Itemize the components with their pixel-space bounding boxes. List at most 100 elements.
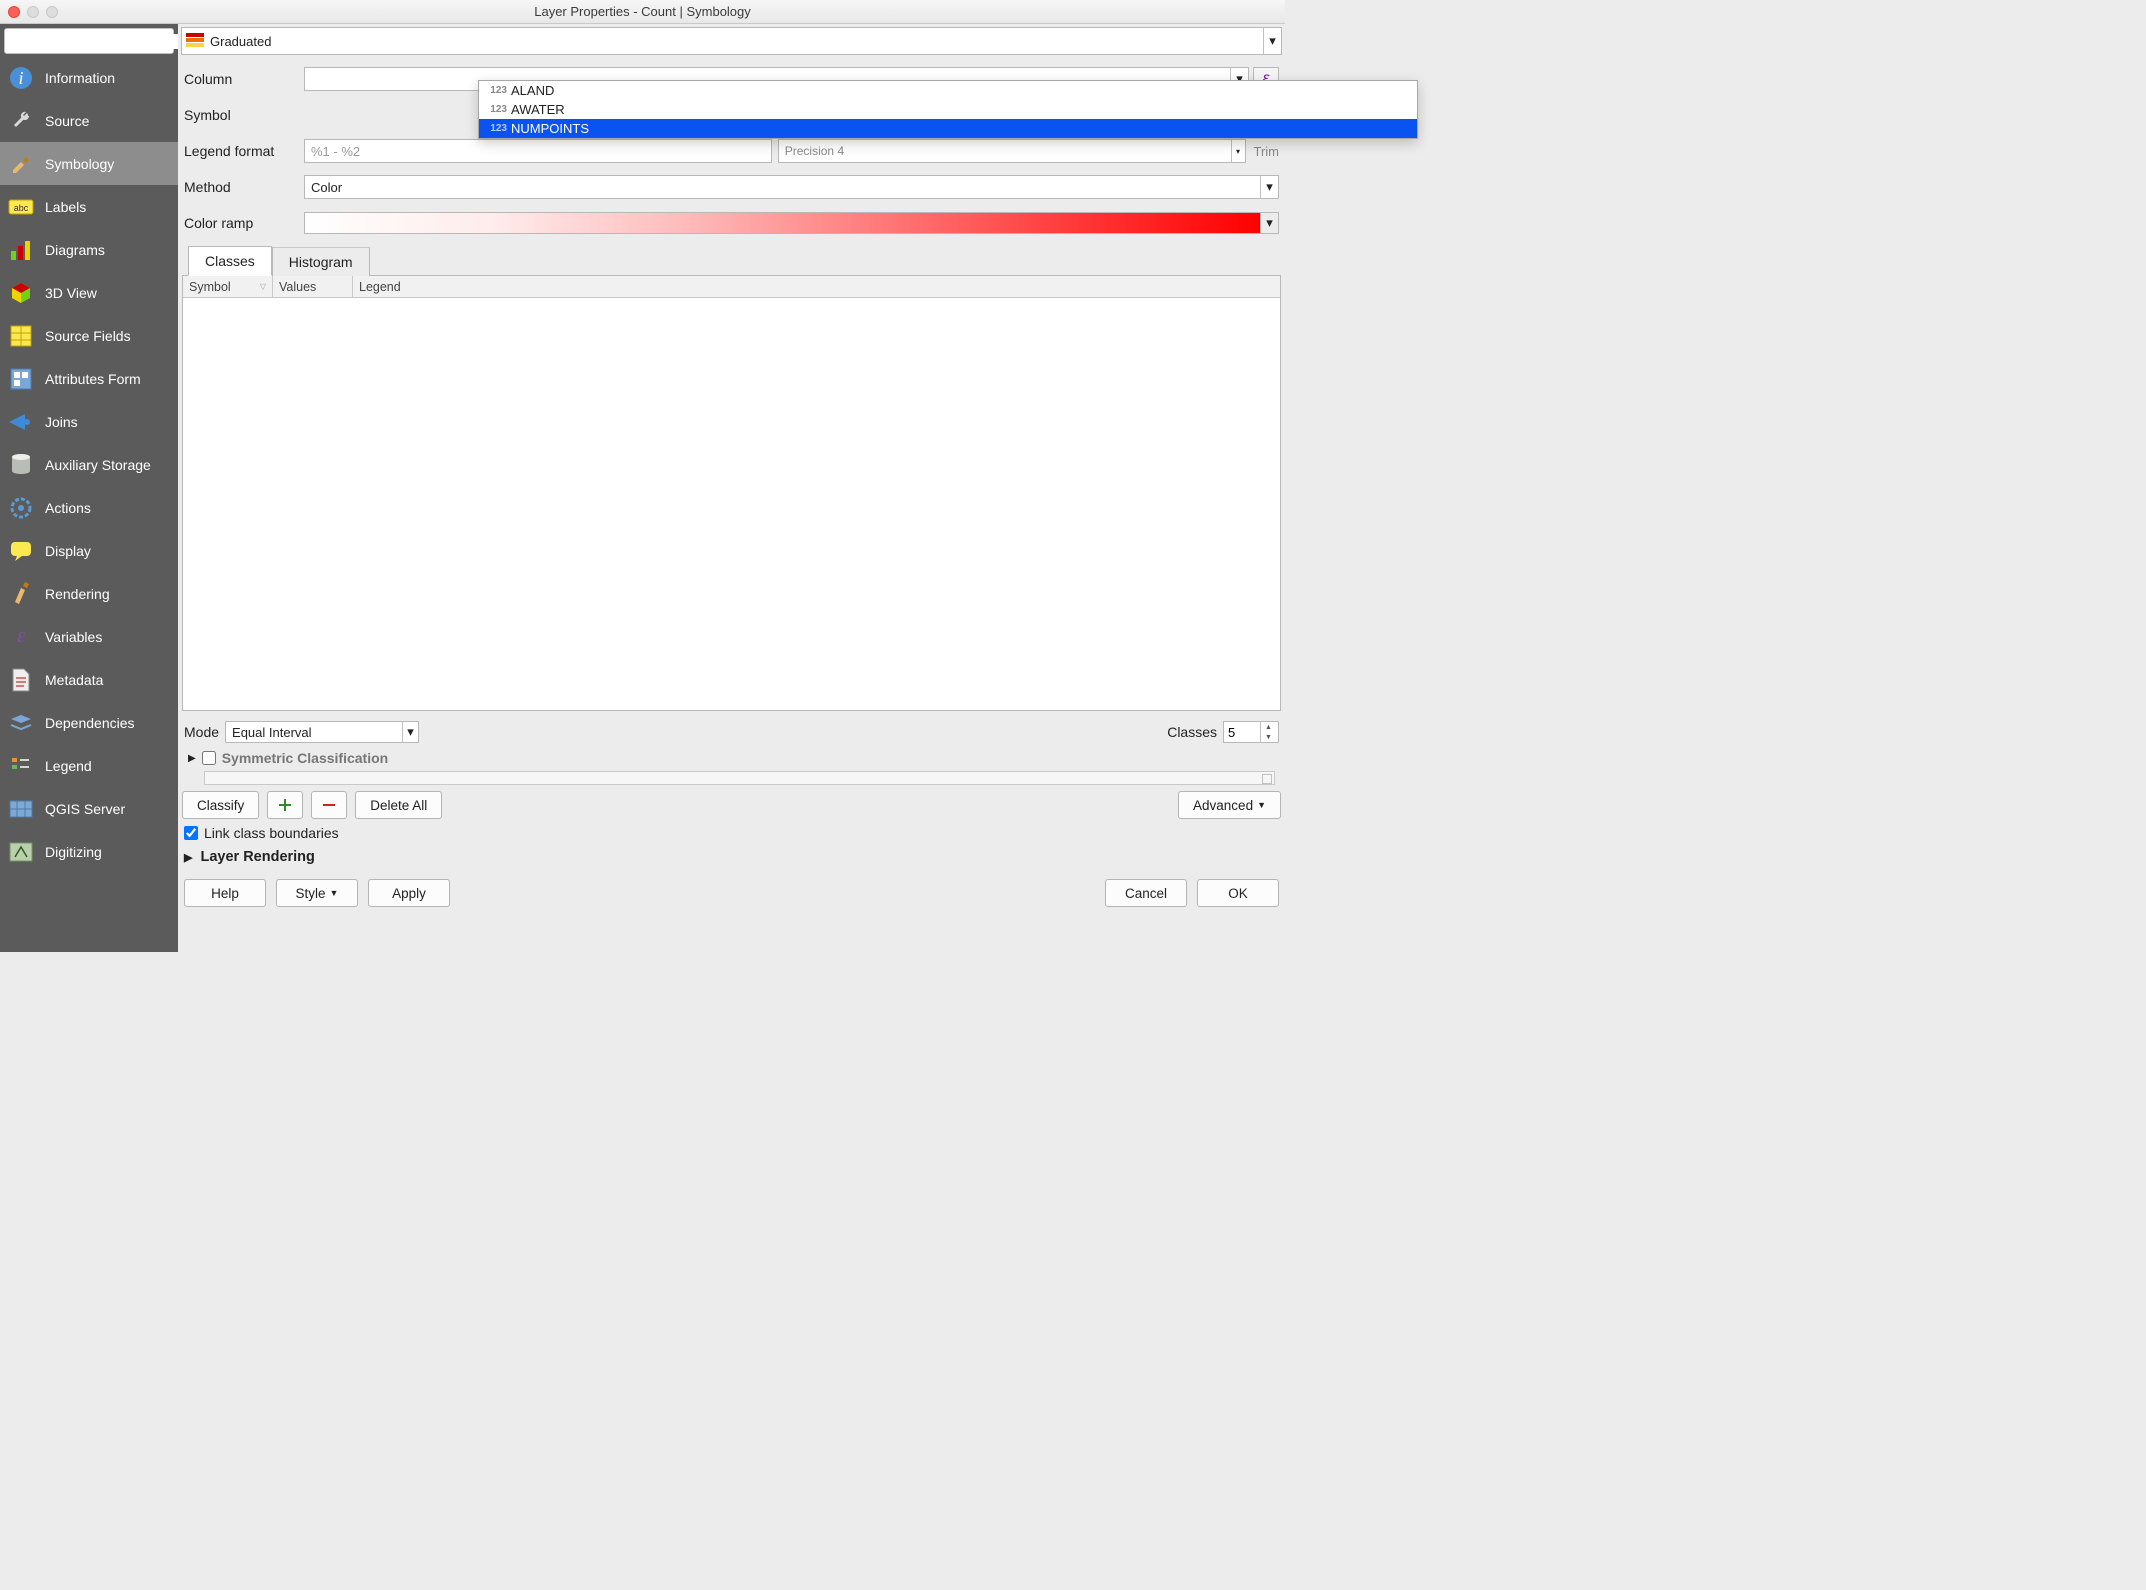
sidebar-item-label: 3D View (45, 285, 97, 301)
sidebar-item-label: Joins (45, 414, 78, 430)
column-label: Column (184, 71, 304, 87)
add-class-button[interactable] (267, 791, 303, 819)
sidebar-item-variables[interactable]: ε Variables (0, 615, 178, 658)
tooltip-icon (8, 538, 34, 564)
sidebar-item-rendering[interactable]: Rendering (0, 572, 178, 615)
symmetric-collapsible[interactable]: ▶ Symmetric Classification (184, 747, 1279, 769)
database-icon (8, 452, 34, 478)
col-values[interactable]: Values (273, 276, 353, 297)
link-boundaries-checkbox[interactable] (184, 826, 198, 840)
sidebar-item-3dview[interactable]: 3D View (0, 271, 178, 314)
dropdown-option-label: ALAND (511, 83, 554, 98)
sidebar-item-display[interactable]: Display (0, 529, 178, 572)
field-type-icon: 123 (483, 123, 507, 134)
cube-icon (8, 280, 34, 306)
sidebar-item-metadata[interactable]: Metadata (0, 658, 178, 701)
legend-format-label: Legend format (184, 143, 304, 159)
remove-class-button[interactable] (311, 791, 347, 819)
legend-format-input[interactable]: %1 - %2 (304, 139, 772, 163)
sidebar-item-label: Source (45, 113, 89, 129)
colorramp-preview[interactable] (304, 212, 1261, 234)
delete-all-button[interactable]: Delete All (355, 791, 442, 819)
sidebar-item-label: Labels (45, 199, 86, 215)
sidebar-search-input[interactable] (13, 34, 190, 49)
minus-icon (321, 797, 337, 813)
method-combo[interactable]: Color ▾ (304, 175, 1279, 199)
tab-classes[interactable]: Classes (188, 246, 272, 276)
mode-combo[interactable]: Equal Interval ▾ (225, 721, 419, 743)
precision-combo[interactable]: Precision 4 ▾ (778, 139, 1246, 163)
sidebar-item-joins[interactable]: Joins (0, 400, 178, 443)
ok-button[interactable]: OK (1197, 879, 1279, 907)
spinner-buttons[interactable]: ▲▼ (1260, 722, 1276, 742)
chevron-down-icon[interactable]: ▾ (1261, 212, 1279, 234)
chevron-down-icon[interactable]: ▾ (1260, 176, 1278, 198)
sidebar-item-diagrams[interactable]: Diagrams (0, 228, 178, 271)
mode-label: Mode (184, 724, 219, 740)
sidebar-item-source[interactable]: Source (0, 99, 178, 142)
sidebar-item-sourcefields[interactable]: Source Fields (0, 314, 178, 357)
wrench-icon (8, 108, 34, 134)
column-dropdown[interactable]: 123 ALAND 123 AWATER 123 NUMPOINTS (478, 80, 1418, 139)
symmetric-checkbox[interactable] (202, 751, 216, 765)
sidebar-item-symbology[interactable]: Symbology (0, 142, 178, 185)
classes-table[interactable]: Symbol ▽ Values Legend (182, 275, 1281, 711)
sort-desc-icon: ▽ (260, 282, 266, 291)
sidebar-item-actions[interactable]: Actions (0, 486, 178, 529)
expand-icon: ▶ (184, 851, 192, 864)
window-title: Layer Properties - Count | Symbology (0, 4, 1285, 19)
chevron-down-icon[interactable]: ▾ (1263, 28, 1281, 54)
apply-button[interactable]: Apply (368, 879, 450, 907)
trim-checkbox[interactable]: Trim (1254, 144, 1280, 159)
sidebar-item-qgisserver[interactable]: QGIS Server (0, 787, 178, 830)
sidebar-item-dependencies[interactable]: Dependencies (0, 701, 178, 744)
classes-label: Classes (1167, 724, 1217, 740)
classes-value[interactable] (1224, 725, 1260, 740)
h-scrollbar[interactable] (204, 771, 1275, 785)
dropdown-option[interactable]: 123 NUMPOINTS (479, 119, 1417, 138)
chevron-down-icon[interactable]: ▾ (402, 722, 418, 742)
dropdown-option[interactable]: 123 AWATER (479, 100, 1417, 119)
dropdown-option[interactable]: 123 ALAND (479, 81, 1417, 100)
dropdown-option-label: AWATER (511, 102, 565, 117)
document-icon (8, 667, 34, 693)
chevron-down-icon: ▼ (330, 888, 339, 898)
sidebar-item-label: QGIS Server (45, 801, 125, 817)
sidebar-item-label: Rendering (45, 586, 110, 602)
close-window-icon[interactable] (8, 6, 20, 18)
sidebar-item-auxstorage[interactable]: Auxiliary Storage (0, 443, 178, 486)
map-grid-icon (8, 796, 34, 822)
sidebar-item-legend[interactable]: Legend (0, 744, 178, 787)
sidebar-item-attributesform[interactable]: Attributes Form (0, 357, 178, 400)
sidebar-item-digitizing[interactable]: Digitizing (0, 830, 178, 873)
sidebar-item-labels[interactable]: abc Labels (0, 185, 178, 228)
renderer-combo[interactable]: Graduated ▾ (181, 27, 1282, 55)
renderer-type: Graduated (206, 34, 1263, 49)
cancel-button[interactable]: Cancel (1105, 879, 1187, 907)
sidebar-item-label: Source Fields (45, 328, 131, 344)
sidebar-search[interactable] (4, 28, 174, 54)
help-button[interactable]: Help (184, 879, 266, 907)
maximize-window-icon (46, 6, 58, 18)
window-controls (0, 6, 58, 18)
sidebar-item-label: Attributes Form (45, 371, 141, 387)
advanced-button[interactable]: Advanced ▼ (1178, 791, 1281, 819)
tab-histogram[interactable]: Histogram (272, 247, 370, 276)
dropdown-option-label: NUMPOINTS (511, 121, 589, 136)
layer-rendering-collapsible[interactable]: ▶ Layer Rendering (178, 849, 1285, 875)
sidebar-item-label: Dependencies (45, 715, 135, 731)
symbol-label: Symbol (184, 107, 304, 123)
paintbrush-icon (8, 581, 34, 607)
classify-button[interactable]: Classify (182, 791, 259, 819)
col-symbol[interactable]: Symbol ▽ (183, 276, 273, 297)
main-panel: Graduated ▾ Column ▾ ε Symbol Legend for… (178, 24, 1285, 952)
titlebar: Layer Properties - Count | Symbology (0, 0, 1285, 24)
sidebar-item-information[interactable]: i Information (0, 56, 178, 99)
chevron-down-icon: ▼ (1257, 800, 1266, 810)
sidebar-item-label: Digitizing (45, 844, 102, 860)
col-legend[interactable]: Legend (353, 276, 1280, 297)
field-type-icon: 123 (483, 85, 507, 96)
style-button[interactable]: Style ▼ (276, 879, 358, 907)
classes-spinner[interactable]: ▲▼ (1223, 721, 1279, 743)
stepper-icon[interactable]: ▾ (1231, 140, 1245, 162)
